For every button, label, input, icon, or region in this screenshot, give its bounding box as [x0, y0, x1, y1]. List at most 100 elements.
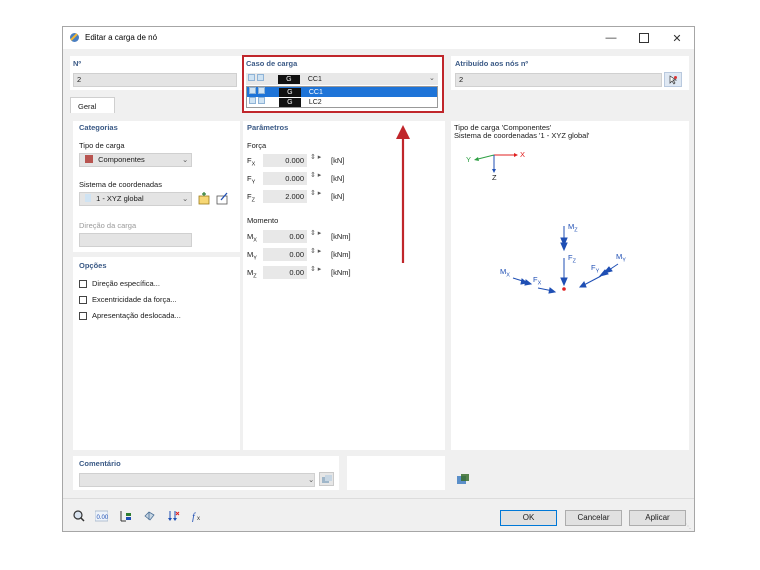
close-icon: ✕: [672, 32, 682, 45]
parameters-panel: Parâmetros Força FX 0.000 ⇕ ▸ [kN] FY 0.…: [243, 121, 445, 450]
svg-text:0.00: 0.00: [97, 515, 109, 521]
my-unit: [kNm]: [331, 250, 351, 259]
categories-panel: Categorias Tipo de carga Componentes ⌄ S…: [73, 121, 240, 252]
chevron-down-icon: ⌄: [182, 155, 189, 164]
my-stepper[interactable]: ⇕ ▸: [310, 247, 321, 255]
fy-input[interactable]: 0.000: [263, 172, 307, 185]
search-tool-button[interactable]: [73, 510, 85, 524]
fz-input[interactable]: 2.000: [263, 190, 307, 203]
coord-system-select[interactable]: 1 - XYZ global ⌄: [79, 192, 192, 206]
pick-cursor-icon: [669, 75, 678, 85]
fx-stepper[interactable]: ⇕ ▸: [310, 153, 321, 161]
svg-text:x: x: [197, 516, 200, 522]
number-field[interactable]: 2: [73, 73, 237, 87]
comment-panel: Comentário ⌄: [73, 456, 339, 490]
search-icon: [73, 510, 85, 522]
mz-stepper[interactable]: ⇕ ▸: [310, 265, 321, 273]
load-direction-label: Direção da carga: [79, 221, 137, 230]
svg-text:f: f: [192, 512, 196, 522]
parameters-title: Parâmetros: [247, 123, 289, 132]
load-type-select[interactable]: Componentes ⌄: [79, 153, 192, 167]
formula-tool-button[interactable]: f x: [191, 510, 204, 524]
comment-side-panel: [347, 456, 445, 490]
view-tool-button[interactable]: [143, 510, 156, 524]
mx-stepper[interactable]: ⇕ ▸: [310, 229, 321, 237]
info-tool-button[interactable]: [119, 510, 132, 524]
fz-label: FZ: [247, 192, 255, 204]
edit-coord-system-button[interactable]: [215, 192, 229, 205]
mz-input[interactable]: 0.00: [263, 266, 307, 279]
assigned-nodes-field[interactable]: 2: [455, 73, 662, 87]
comment-input[interactable]: ⌄: [79, 473, 315, 487]
fx-diagram-label: FX: [533, 275, 542, 287]
resize-grip-icon[interactable]: ⋱: [685, 523, 691, 530]
option-label: Direção específica...: [92, 279, 160, 288]
fx-input[interactable]: 0.000: [263, 154, 307, 167]
axis-z-label: Z: [492, 173, 497, 182]
load-direction-select[interactable]: [79, 233, 192, 247]
annotation-arrow-icon: [396, 125, 410, 263]
tab-geral[interactable]: Geral: [70, 97, 115, 113]
comment-library-icon: [322, 475, 332, 483]
render-settings-icon: [457, 474, 469, 484]
number-label: Nº: [73, 59, 82, 68]
new-coord-system-button[interactable]: [197, 192, 211, 205]
fy-stepper[interactable]: ⇕ ▸: [310, 171, 321, 179]
moment-label: Momento: [247, 216, 279, 225]
load-tool-button[interactable]: [167, 510, 180, 524]
new-coord-system-icon: [198, 192, 210, 205]
checkbox[interactable]: [79, 296, 87, 304]
mx-unit: [kNm]: [331, 232, 351, 241]
fx-label: FX: [247, 156, 256, 168]
maximize-button[interactable]: [629, 27, 659, 49]
load-type-color-swatch: [85, 155, 93, 163]
minimize-button[interactable]: —: [596, 27, 626, 49]
checkbox[interactable]: [79, 312, 87, 320]
comment-library-button[interactable]: [319, 472, 334, 486]
options-panel: Opções Direção específica... Excentricid…: [73, 257, 240, 450]
fy-unit: [kN]: [331, 174, 345, 183]
my-input[interactable]: 0.00: [263, 248, 307, 261]
preview-line2: Sistema de coordenadas '1 - XYZ global': [454, 131, 590, 140]
formula-icon: f x: [192, 512, 200, 523]
model-view-icon: [144, 511, 155, 521]
checkbox[interactable]: [79, 280, 87, 288]
fx-unit: [kN]: [331, 156, 345, 165]
preview-settings-button[interactable]: [456, 473, 470, 486]
coord-system-label: Sistema de coordenadas: [79, 180, 162, 189]
axis-y-label: Y: [466, 155, 472, 164]
mx-input[interactable]: 0.00: [263, 230, 307, 243]
apply-button[interactable]: Aplicar: [629, 510, 686, 526]
units-tool-button[interactable]: 0.00: [94, 510, 109, 524]
mx-label: MX: [247, 232, 257, 244]
coord-system-swatch: [85, 194, 91, 202]
ok-button[interactable]: OK: [500, 510, 557, 526]
coord-system-value: 1 - XYZ global: [96, 194, 144, 203]
mz-diagram-label: MZ: [568, 222, 578, 234]
load-wizard-icon: [168, 511, 180, 521]
fy-diagram-label: FY: [591, 263, 600, 275]
fz-stepper[interactable]: ⇕ ▸: [310, 189, 321, 197]
window-title: Editar a carga de nó: [85, 33, 158, 42]
edit-coord-system-icon: [216, 192, 228, 205]
number-panel: Nº 2: [70, 56, 242, 90]
my-label: MY: [247, 250, 257, 262]
load-type-value: Componentes: [98, 155, 145, 164]
mz-unit: [kNm]: [331, 268, 351, 277]
load-type-label: Tipo de carga: [79, 141, 125, 150]
axis-x-label: X: [520, 150, 526, 159]
title-bar: Editar a carga de nó — ✕: [63, 27, 694, 49]
dialog-window: Editar a carga de nó — ✕ Nº 2 Caso de ca…: [62, 26, 695, 532]
minimize-icon: —: [605, 32, 617, 44]
chevron-down-icon: ⌄: [182, 194, 189, 203]
structure-info-icon: [120, 511, 131, 522]
force-label: Força: [247, 141, 267, 150]
cancel-button[interactable]: Cancelar: [565, 510, 622, 526]
close-button[interactable]: ✕: [662, 27, 692, 49]
assigned-nodes-panel: Atribuído aos nós nº 2: [451, 56, 689, 90]
comment-title: Comentário: [79, 459, 121, 468]
fz-unit: [kN]: [331, 192, 345, 201]
mx-diagram-label: MX: [500, 267, 510, 279]
select-nodes-button[interactable]: [664, 72, 682, 87]
assigned-nodes-label: Atribuído aos nós nº: [455, 59, 529, 68]
